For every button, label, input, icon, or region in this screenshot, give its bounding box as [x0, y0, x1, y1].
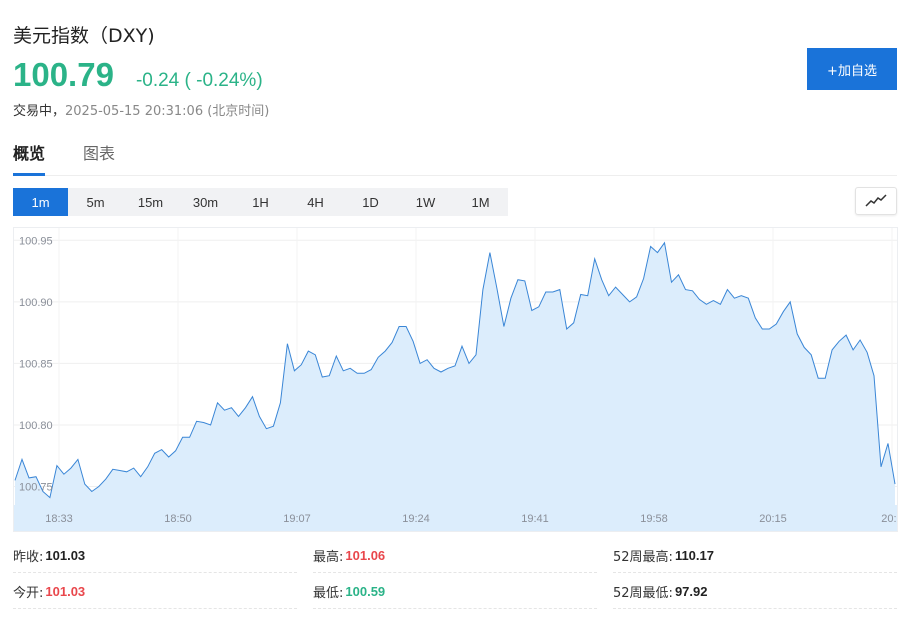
x-tick-label: 20:3 — [881, 513, 897, 525]
x-tick-label: 19:24 — [402, 513, 430, 525]
stat-prev-close: 昨收: 101.03 — [13, 538, 297, 573]
tab-chart[interactable]: 图表 — [83, 143, 115, 176]
price-row: 100.79 -0.24 ( -0.24%) — [13, 56, 263, 94]
x-tick-label: 20:15 — [759, 513, 787, 525]
line-chart-icon — [865, 194, 887, 207]
stat-label: 52周最高: — [613, 549, 673, 565]
price-chart[interactable]: 100.95 100.90 100.85 100.80 100.75 18:33 18:50… — [13, 227, 898, 532]
period-15m[interactable]: 15m — [123, 188, 178, 216]
stat-label: 昨收: — [13, 549, 44, 565]
trade-time: 2025-05-15 20:31:06 (北京时间) — [65, 104, 270, 119]
x-tick-label: 19:58 — [640, 513, 668, 525]
stat-low: 最低: 100.59 — [313, 574, 597, 609]
stat-value: 97.92 — [674, 583, 708, 599]
period-30m[interactable]: 30m — [178, 188, 233, 216]
x-tick-label: 19:41 — [521, 513, 549, 525]
period-5m[interactable]: 5m — [68, 188, 123, 216]
stat-value: 101.03 — [45, 547, 86, 563]
stat-value: 101.06 — [345, 547, 386, 563]
tab-overview[interactable]: 概览 — [13, 143, 46, 176]
tab-bar: 概览 图表 — [13, 143, 897, 176]
period-1mo[interactable]: 1M — [453, 188, 508, 216]
stat-label: 52周最低: — [613, 585, 673, 601]
stat-52w-low: 52周最低: 97.92 — [613, 574, 897, 609]
x-tick-label: 18:33 — [45, 513, 73, 525]
y-tick-label: 100.90 — [19, 297, 53, 309]
y-tick-label: 100.95 — [19, 235, 53, 247]
y-tick-label: 100.75 — [19, 482, 53, 494]
price-area — [15, 242, 895, 506]
stat-value: 110.17 — [674, 547, 714, 563]
stat-52w-high: 52周最高: 110.17 — [613, 538, 897, 573]
price-chart-svg: 100.95 100.90 100.85 100.80 100.75 18:33 18:50… — [14, 228, 897, 531]
period-1w[interactable]: 1W — [398, 188, 453, 216]
add-to-watchlist-button[interactable]: +加自选 — [807, 48, 897, 90]
y-tick-label: 100.85 — [19, 358, 53, 370]
period-4h[interactable]: 4H — [288, 188, 343, 216]
stat-value: 101.03 — [45, 583, 86, 599]
stat-value: 100.59 — [345, 583, 386, 599]
period-1m[interactable]: 1m — [13, 188, 68, 216]
trade-status: 交易中，2025-05-15 20:31:06 (北京时间) — [13, 100, 269, 119]
stat-label: 今开: — [13, 585, 44, 601]
y-tick-label: 100.80 — [19, 420, 53, 432]
x-tick-label: 18:50 — [164, 513, 192, 525]
current-price: 100.79 — [13, 56, 114, 93]
stat-label: 最高: — [313, 549, 344, 565]
page-title: 美元指数（DXY) — [13, 25, 155, 47]
period-1h[interactable]: 1H — [233, 188, 288, 216]
period-1d[interactable]: 1D — [343, 188, 398, 216]
chart-type-button[interactable] — [855, 187, 897, 215]
stat-high: 最高: 101.06 — [313, 538, 597, 573]
stat-label: 最低: — [313, 585, 344, 601]
period-selector: 1m 5m 15m 30m 1H 4H 1D 1W 1M — [13, 188, 508, 216]
trade-state: 交易中， — [13, 104, 66, 119]
price-change: -0.24 ( -0.24%) — [135, 70, 263, 91]
stat-open: 今开: 101.03 — [13, 574, 297, 609]
x-tick-label: 19:07 — [283, 513, 311, 525]
